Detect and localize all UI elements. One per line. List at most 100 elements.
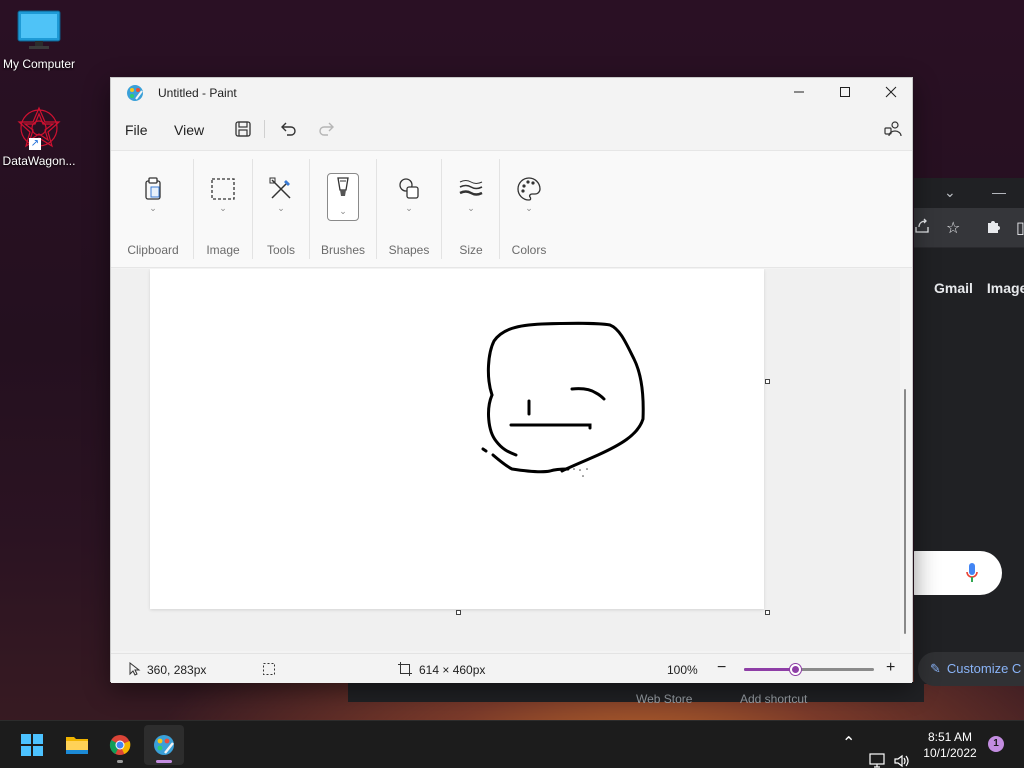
- paint-taskbar-button[interactable]: [144, 725, 184, 765]
- menu-file[interactable]: File: [125, 122, 148, 138]
- running-indicator: [117, 760, 123, 763]
- undo-icon[interactable]: [278, 119, 298, 139]
- settings-user-icon[interactable]: [883, 119, 903, 139]
- ribbon-group-label: Tools: [266, 243, 295, 257]
- menu-view[interactable]: View: [174, 122, 204, 138]
- ribbon-separator: [499, 159, 500, 259]
- chevron-down-icon: ⌄: [149, 203, 157, 213]
- customize-label: Customize C: [946, 661, 1022, 676]
- shortcut-add[interactable]: Add shortcut: [740, 692, 807, 706]
- redo-icon[interactable]: [317, 119, 337, 139]
- chrome-titlebar: ⌄ —: [914, 178, 1024, 208]
- start-button[interactable]: [12, 725, 52, 765]
- minimize-icon: [794, 91, 804, 93]
- canvas-drawing: [481, 321, 645, 477]
- clock-date: 10/1/2022: [923, 746, 977, 760]
- desktop-icon-my-computer[interactable]: My Computer: [0, 10, 78, 71]
- scrollbar-thumb[interactable]: [904, 389, 906, 634]
- brush-icon: [337, 177, 349, 196]
- customize-chrome-button[interactable]: ✎ Customize C: [918, 652, 1024, 686]
- maximize-button[interactable]: [822, 78, 868, 108]
- ribbon-group-shapes[interactable]: ⌄ Shapes: [377, 151, 441, 269]
- shapes-icon: [399, 178, 419, 199]
- taskbar-clock[interactable]: 8:51 AM 10/1/2022: [910, 729, 990, 761]
- vertical-scrollbar[interactable]: [903, 271, 909, 651]
- ribbon-group-image[interactable]: ⌄ Image: [195, 151, 251, 269]
- ribbon-group-colors[interactable]: ⌄ Colors: [501, 151, 557, 269]
- profile-icon[interactable]: ▯: [1016, 218, 1024, 238]
- canvas-workspace[interactable]: [111, 269, 900, 651]
- ribbon-group-label: Size: [459, 243, 483, 257]
- resize-handle-right[interactable]: [765, 379, 770, 384]
- minimize-icon[interactable]: —: [992, 184, 1006, 200]
- volume-icon[interactable]: [893, 737, 911, 768]
- monitor-icon: [0, 10, 78, 53]
- zoom-slider-thumb[interactable]: [790, 664, 801, 675]
- ribbon-separator: [441, 159, 442, 259]
- paint-statusbar: 360, 283px 614 × 460px 100% − +: [111, 653, 912, 683]
- desktop-icon-datawagon[interactable]: ↗ DataWagon...: [0, 106, 78, 168]
- minimize-button[interactable]: [776, 78, 822, 108]
- chrome-shortcut-labels: Web Store Add shortcut: [348, 682, 924, 706]
- network-icon[interactable]: [869, 737, 887, 768]
- ribbon-group-label: Colors: [511, 243, 547, 257]
- start-icon: [21, 734, 43, 756]
- active-indicator: [156, 760, 172, 763]
- chevron-down-icon: ⌄: [339, 206, 347, 216]
- chevron-up-icon[interactable]: ⌃: [842, 733, 855, 768]
- paint-window[interactable]: Untitled - Paint File View ⌄ Clipboard ⌄…: [110, 77, 913, 683]
- chrome-window-background[interactable]: ⌄ — ☆ ▯ Gmail Images: [914, 178, 1024, 684]
- chrome-taskbar-button[interactable]: [100, 725, 140, 765]
- file-explorer-button[interactable]: [56, 725, 96, 765]
- zoom-slider-fill: [744, 668, 795, 671]
- resize-handle-bottom[interactable]: [456, 610, 461, 615]
- chrome-icon: [109, 735, 131, 755]
- close-icon: [885, 86, 897, 98]
- pencil-icon: ✎: [930, 661, 941, 676]
- ribbon-group-tools[interactable]: ⌄ Tools: [253, 151, 309, 269]
- ribbon-group-label: Shapes: [388, 243, 430, 257]
- paint-ribbon: ⌄ Clipboard ⌄ Image ⌄ Tools ⌄ Brushes ⌄ …: [111, 150, 912, 268]
- zoom-slider[interactable]: [744, 664, 874, 675]
- extensions-icon[interactable]: [985, 218, 1001, 239]
- ribbon-group-clipboard[interactable]: ⌄ Clipboard: [117, 151, 189, 269]
- star-icon[interactable]: ☆: [946, 218, 960, 238]
- resize-handle-corner[interactable]: [765, 610, 770, 615]
- chevron-down-icon: ⌄: [277, 203, 285, 213]
- menubar-separator: [264, 120, 265, 138]
- chrome-new-tab-page: [914, 248, 1024, 684]
- ribbon-group-brushes[interactable]: ⌄ Brushes: [311, 151, 375, 269]
- share-icon[interactable]: [914, 218, 930, 239]
- save-icon[interactable]: [233, 119, 253, 139]
- cursor-position: 360, 283px: [147, 663, 207, 677]
- windows-taskbar: ⌃ 8:51 AM 10/1/2022: [0, 720, 1024, 768]
- close-button[interactable]: [868, 78, 914, 108]
- cursor-icon: [129, 662, 141, 676]
- datawagon-logo-icon: ↗: [15, 106, 63, 150]
- ribbon-group-label: Brushes: [320, 243, 366, 257]
- chevron-down-icon[interactable]: ⌄: [944, 184, 956, 201]
- chevron-down-icon: ⌄: [467, 203, 475, 213]
- selection-icon: [211, 178, 235, 200]
- zoom-in-button[interactable]: +: [886, 659, 895, 677]
- tools-icon: [269, 177, 291, 199]
- notification-badge[interactable]: 1: [988, 736, 1004, 752]
- gmail-link[interactable]: Gmail: [934, 280, 973, 296]
- chevron-down-icon: ⌄: [405, 203, 413, 213]
- shortcut-web-store[interactable]: Web Store: [636, 692, 692, 706]
- ribbon-separator: [193, 159, 194, 259]
- paint-titlebar[interactable]: Untitled - Paint: [111, 78, 912, 108]
- drawing-canvas[interactable]: [150, 269, 764, 609]
- maximize-icon: [840, 87, 850, 97]
- zoom-out-button[interactable]: −: [717, 659, 726, 677]
- microphone-icon[interactable]: [966, 563, 978, 583]
- google-search-box[interactable]: [914, 551, 1002, 595]
- desktop-icon-label: DataWagon...: [2, 154, 76, 168]
- paint-icon: [154, 735, 174, 755]
- zoom-level: 100%: [667, 663, 698, 677]
- window-title: Untitled - Paint: [158, 86, 237, 100]
- size-icon: [459, 180, 483, 196]
- images-link[interactable]: Images: [987, 280, 1024, 296]
- ribbon-group-label: Image: [206, 243, 240, 257]
- ribbon-group-size[interactable]: ⌄ Size: [443, 151, 499, 269]
